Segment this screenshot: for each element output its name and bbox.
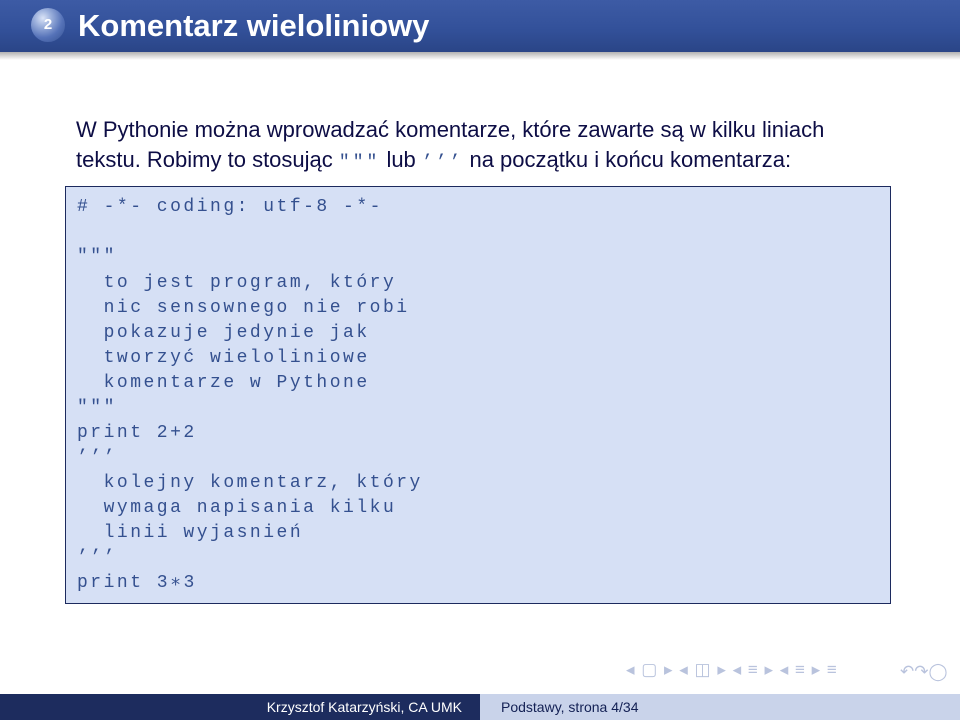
code-line: nic sensownego nie robi xyxy=(77,298,410,318)
code-line: print 2+2 xyxy=(77,423,197,443)
footer-author: Krzysztof Katarzyński, CA UMK xyxy=(0,694,480,720)
code-line: ’’’ xyxy=(77,448,117,468)
header-shadow xyxy=(0,52,960,60)
code-line: wymaga napisania kilku xyxy=(77,498,397,518)
intro-text-a: tekstu. Robimy to stosując xyxy=(76,147,333,172)
code-block: # -*- coding: utf-8 -*- """ to jest prog… xyxy=(65,186,891,604)
navigation-arrows-icon[interactable]: ◂ ▢ ▸ ◂ ◫ ▸ ◂ ≡ ▸ ◂ ≡ ▸ ≡ xyxy=(626,660,838,680)
code-line: komentarze w Pythone xyxy=(77,373,370,393)
search-navigation-icon[interactable]: ↶↷◯ xyxy=(900,662,948,682)
intro-line-1: W Pythonie można wprowadzać komentarze, … xyxy=(76,117,825,142)
triple-single-quote: ’’’ xyxy=(421,153,464,173)
code-line: # -*- coding: utf-8 -*- xyxy=(77,197,383,217)
intro-paragraph: W Pythonie można wprowadzać komentarze, … xyxy=(76,115,896,178)
triple-double-quote: """ xyxy=(338,153,381,173)
code-line: kolejny komentarz, który xyxy=(77,473,423,493)
slide-number-badge: 2 xyxy=(31,8,65,42)
code-line: ’’’ xyxy=(77,548,117,568)
code-line: to jest program, który xyxy=(77,273,397,293)
intro-text-c: na początku i końcu komentarza: xyxy=(469,147,792,172)
code-line: pokazuje jedynie jak xyxy=(77,323,370,343)
slide-footer: Krzysztof Katarzyński, CA UMK Podstawy, … xyxy=(0,694,960,720)
code-line: tworzyć wieloliniowe xyxy=(77,348,370,368)
code-line: linii wyjasnień xyxy=(77,523,304,543)
code-line: """ xyxy=(77,247,117,267)
slide-title: Komentarz wieloliniowy xyxy=(78,8,430,43)
intro-text-b: lub xyxy=(386,147,416,172)
intro-line-2: tekstu. Robimy to stosując """ lub ’’’ n… xyxy=(76,145,896,178)
code-line: """ xyxy=(77,398,117,418)
footer-course-page: Podstawy, strona 4/34 xyxy=(480,694,960,720)
code-line: print 3∗3 xyxy=(77,573,197,593)
slide-header: 2 Komentarz wieloliniowy xyxy=(0,0,960,52)
